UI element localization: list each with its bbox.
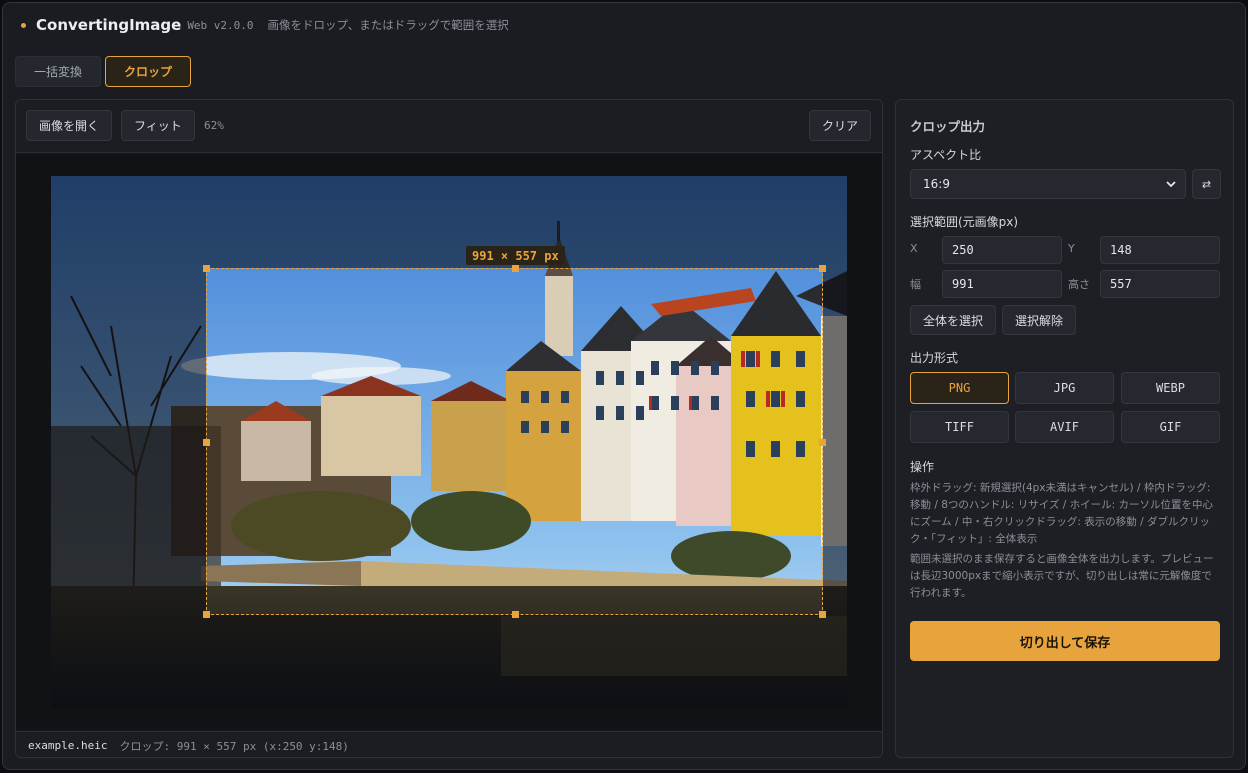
- fit-button[interactable]: フィット: [121, 110, 195, 141]
- handle-sw[interactable]: [203, 611, 210, 618]
- zoom-level: 62%: [204, 119, 224, 132]
- app-window: ConvertingImage Web v2.0.0 画像をドロップ、またはドラ…: [2, 2, 1246, 770]
- handle-ne[interactable]: [819, 265, 826, 272]
- clear-button[interactable]: クリア: [809, 110, 872, 141]
- crop-canvas[interactable]: 991 × 557 px: [16, 154, 882, 730]
- status-bar: example.heic クロップ: 991 × 557 px (x:250 y…: [16, 731, 882, 757]
- x-label: X: [910, 242, 918, 255]
- app-version: Web v2.0.0: [187, 18, 254, 32]
- handle-nw[interactable]: [203, 265, 210, 272]
- height-label: 高さ: [1068, 278, 1090, 291]
- open-image-button[interactable]: 画像を開く: [26, 110, 113, 141]
- aspect-ratio-label: アスペクト比: [910, 148, 982, 162]
- handle-w[interactable]: [203, 439, 210, 446]
- editor-toolbar: 画像を開く フィット 62% クリア: [16, 100, 882, 153]
- format-jpg-button[interactable]: JPG: [1015, 372, 1114, 404]
- crop-output-panel: クロップ出力 アスペクト比 16:9 ⇄ 選択範囲(元画像px) X 250 Y…: [895, 99, 1234, 758]
- app-name: ConvertingImage: [36, 16, 182, 34]
- output-format-label: 出力形式: [910, 351, 959, 365]
- crop-mask-bottom: [51, 615, 847, 708]
- tab-crop[interactable]: クロップ: [105, 56, 192, 87]
- aspect-ratio-value: 16:9: [923, 177, 950, 191]
- save-note: 範囲未選択のまま保存すると画像全体を出力します。プレビューは長辺3000pxまで…: [910, 553, 1214, 599]
- handle-n[interactable]: [512, 265, 519, 272]
- chevron-down-icon: [1166, 181, 1176, 188]
- handle-e[interactable]: [819, 439, 826, 446]
- crop-selection[interactable]: [203, 265, 826, 618]
- tab-batch-convert[interactable]: 一括変換: [15, 56, 102, 87]
- mode-tabs: 一括変換 クロップ: [15, 56, 192, 87]
- y-label: Y: [1068, 242, 1075, 255]
- preview-image[interactable]: 991 × 557 px: [51, 176, 847, 708]
- operations-help: 枠外ドラッグ: 新規選択(4px未満はキャンセル) / 枠内ドラッグ: 移動 /…: [910, 482, 1214, 545]
- crop-mask-left: [51, 268, 206, 615]
- operations-label: 操作: [910, 460, 935, 474]
- format-avif-button[interactable]: AVIF: [1015, 411, 1114, 443]
- y-field[interactable]: 148: [1100, 236, 1220, 264]
- x-field[interactable]: 250: [942, 236, 1062, 264]
- swap-aspect-button[interactable]: ⇄: [1192, 169, 1221, 199]
- editor-panel: 画像を開く フィット 62% クリア 991 × 557 px example.…: [15, 99, 883, 758]
- select-all-button[interactable]: 全体を選択: [910, 305, 997, 335]
- title-bar: ConvertingImage Web v2.0.0 画像をドロップ、またはドラ…: [3, 3, 1245, 47]
- status-dot-icon: [21, 22, 26, 28]
- aspect-ratio-select[interactable]: 16:9: [910, 169, 1186, 199]
- status-filename: example.heic: [28, 739, 108, 752]
- status-crop-info: クロップ: 991 × 557 px (x:250 y:148): [119, 739, 349, 753]
- width-label: 幅: [910, 278, 921, 291]
- handle-s[interactable]: [512, 611, 519, 618]
- panel-title: クロップ出力: [910, 119, 986, 134]
- selection-range-label: 選択範囲(元画像px): [910, 215, 1019, 229]
- height-field[interactable]: 557: [1100, 270, 1220, 298]
- format-webp-button[interactable]: WEBP: [1121, 372, 1220, 404]
- deselect-button[interactable]: 選択解除: [1002, 305, 1077, 335]
- crop-mask-right: [823, 268, 847, 615]
- format-png-button[interactable]: PNG: [910, 372, 1009, 404]
- crop-save-button[interactable]: 切り出して保存: [910, 621, 1220, 661]
- handle-se[interactable]: [819, 611, 826, 618]
- app-hint: 画像をドロップ、またはドラッグで範囲を選択: [267, 18, 509, 32]
- crop-mask-top: [51, 176, 847, 268]
- swap-icon: ⇄: [1201, 177, 1212, 191]
- format-tiff-button[interactable]: TIFF: [910, 411, 1009, 443]
- format-gif-button[interactable]: GIF: [1121, 411, 1220, 443]
- width-field[interactable]: 991: [942, 270, 1062, 298]
- selection-size-label: 991 × 557 px: [466, 246, 565, 265]
